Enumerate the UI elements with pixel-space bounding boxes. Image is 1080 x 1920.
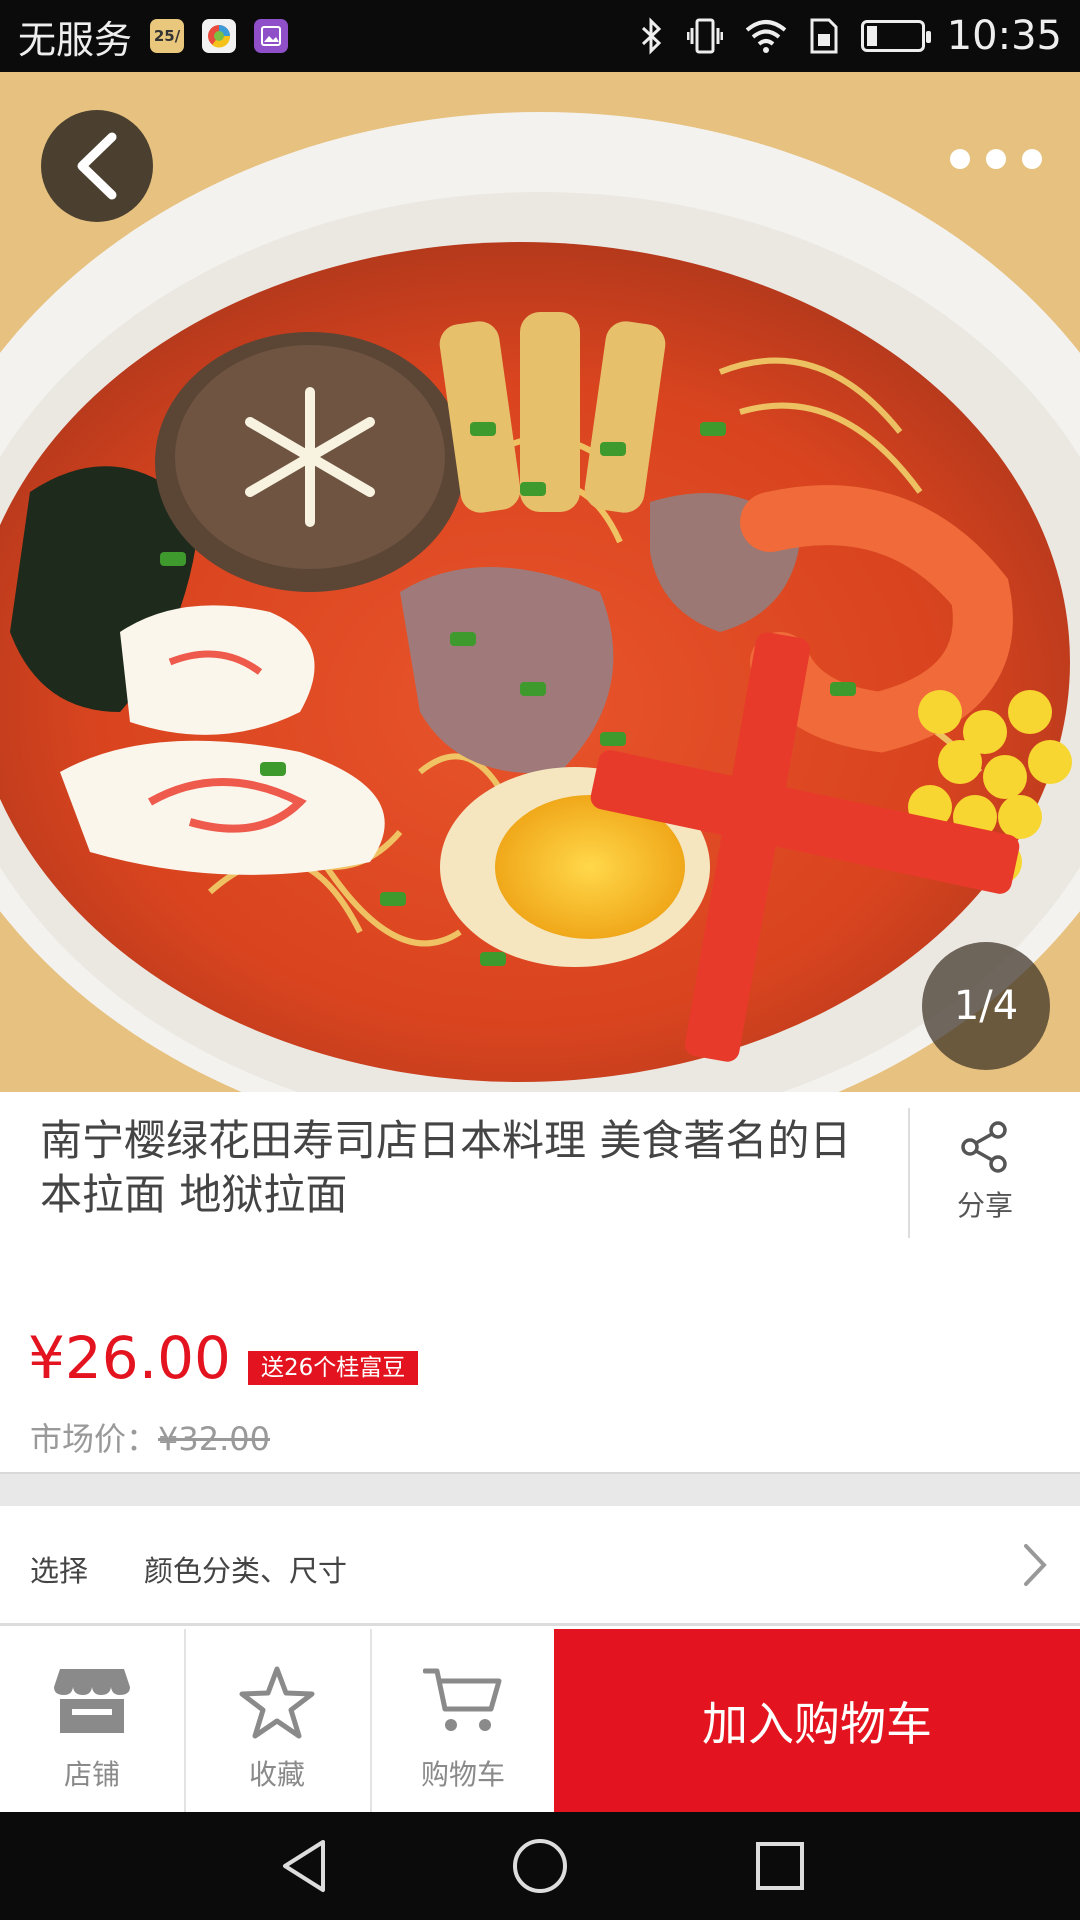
share-icon (961, 1121, 1007, 1173)
market-price: ¥32.00 (158, 1420, 270, 1458)
cart-button[interactable]: 购物车 (370, 1629, 554, 1812)
product-image-carousel[interactable]: 1/4 (0, 72, 1080, 1092)
store-button[interactable]: 店铺 (0, 1629, 184, 1812)
battery-icon (860, 20, 931, 52)
clock: 10:35 (946, 13, 1062, 59)
price-section: ¥26.00 送26个桂富豆 市场价：¥32.00 (0, 1300, 1080, 1472)
option-label: 选择 (30, 1554, 89, 1588)
chevron-right-icon (1024, 1544, 1047, 1586)
gallery-icon (254, 19, 289, 53)
store-label: 店铺 (63, 1758, 120, 1791)
browser-icon (202, 19, 237, 53)
share-button[interactable]: 分享 (930, 1120, 1040, 1224)
more-dots-icon[interactable] (950, 134, 1042, 184)
system-nav-bar (0, 1812, 1080, 1920)
star-icon (239, 1666, 315, 1739)
calendar-icon: 25/ (150, 19, 185, 53)
nav-home-button[interactable] (510, 1836, 570, 1896)
store-icon (54, 1669, 130, 1733)
vibrate-icon (686, 18, 723, 54)
image-counter: 1/4 (922, 942, 1050, 1070)
nav-back-button[interactable] (274, 1836, 334, 1896)
add-to-cart-button[interactable]: 加入购物车 (554, 1629, 1080, 1812)
section-divider (0, 1472, 1080, 1506)
share-label: 分享 (956, 1189, 1013, 1222)
option-value: 颜色分类、尺寸 (144, 1554, 348, 1588)
nav-recents-button[interactable] (750, 1836, 810, 1896)
bottom-action-bar: 店铺 收藏 购物车 加入购物车 (0, 1629, 1080, 1812)
option-selector[interactable]: 选择 颜色分类、尺寸 (0, 1506, 1080, 1626)
status-bar: 无服务 25/ 10:35 (0, 0, 1080, 72)
wifi-icon (745, 20, 787, 53)
market-price-label: 市场价： (30, 1420, 159, 1458)
bonus-badge: 送26个桂富豆 (248, 1351, 419, 1385)
favorite-label: 收藏 (248, 1758, 305, 1791)
divider (908, 1108, 910, 1238)
circle-home-icon (513, 1839, 567, 1893)
market-price-row: 市场价：¥32.00 (30, 1414, 270, 1460)
current-price: ¥26.00 (28, 1324, 231, 1392)
bluetooth-icon (641, 17, 661, 55)
ramen-bowl-image (0, 72, 1080, 1092)
product-title: 南宁樱绿花田寿司店日本料理 美食著名的日本拉面 地狱拉面 (40, 1116, 852, 1219)
back-button[interactable] (41, 110, 153, 222)
cart-label: 购物车 (420, 1758, 505, 1791)
favorite-button[interactable]: 收藏 (184, 1629, 368, 1812)
product-title-section: 南宁樱绿花田寿司店日本料理 美食著名的日本拉面 地狱拉面 分享 (0, 1092, 1080, 1257)
chevron-left-icon (77, 132, 117, 200)
cart-icon (423, 1668, 502, 1731)
triangle-back-icon (283, 1840, 325, 1892)
carrier-label: 无服务 (18, 17, 133, 62)
sim-icon (810, 18, 838, 54)
square-recents-icon (756, 1842, 804, 1890)
